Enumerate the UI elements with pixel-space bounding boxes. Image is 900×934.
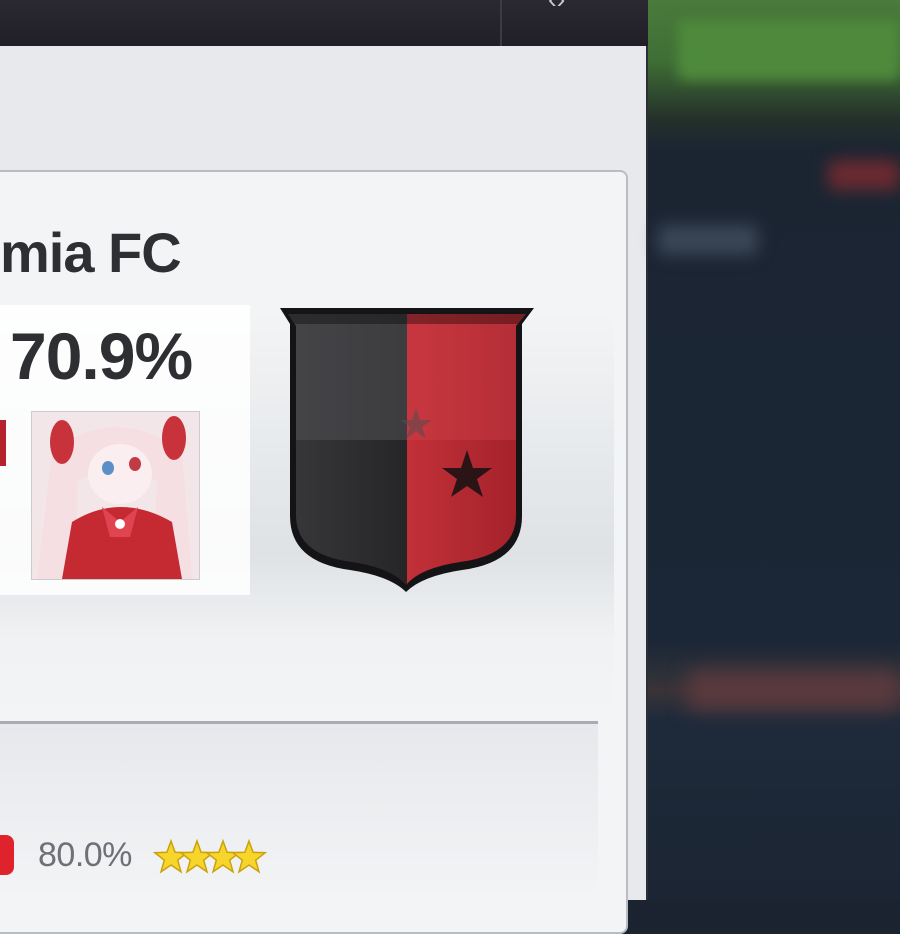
window-control-icon[interactable]: ‹› xyxy=(548,0,565,12)
star-icon xyxy=(178,838,216,874)
club-name: mia FC xyxy=(0,221,182,284)
star-icon xyxy=(204,838,242,874)
anime-avatar-icon xyxy=(32,412,199,579)
club-crest-icon xyxy=(280,308,534,592)
blurred-bar xyxy=(658,225,758,255)
top-bar-divider xyxy=(500,0,502,46)
rating-value: 70.9% xyxy=(10,319,193,393)
left-edge-marker xyxy=(0,420,6,466)
top-bar: ‹› xyxy=(0,0,648,47)
star-rating-icons xyxy=(152,838,268,874)
club-crest xyxy=(270,300,542,595)
blurred-bar xyxy=(688,670,900,710)
star-icon xyxy=(230,838,268,874)
star-rating xyxy=(152,826,273,886)
percentage-value: 80.0% xyxy=(38,836,132,874)
star-icon xyxy=(152,838,190,874)
background-game-view xyxy=(648,0,900,900)
manager-avatar[interactable] xyxy=(31,411,200,580)
status-badge xyxy=(0,835,14,875)
blurred-bar xyxy=(678,20,900,80)
blurred-bar xyxy=(828,160,900,190)
